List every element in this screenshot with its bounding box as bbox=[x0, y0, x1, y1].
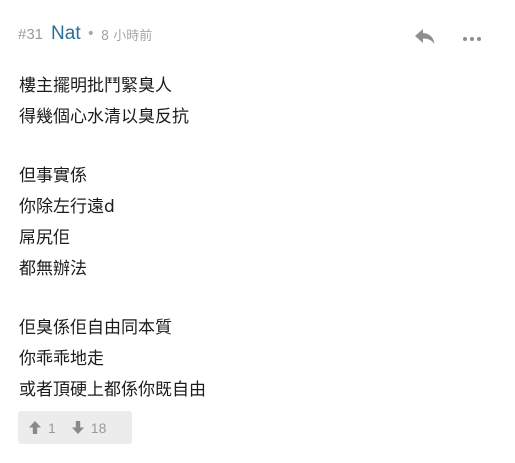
floor-number: #31 bbox=[18, 25, 44, 43]
reply-icon bbox=[412, 29, 438, 51]
text-line: 佢臭係佢自由同本質 bbox=[19, 318, 172, 338]
paragraph: 但事實係 你除左行遠d 屌尻佢 都無辦法 bbox=[19, 161, 489, 285]
text-line: 屌尻佢 bbox=[19, 228, 70, 248]
text-line: 但事實係 bbox=[19, 166, 87, 186]
text-line: 你乖乖地走 bbox=[19, 349, 104, 369]
text-line: 樓主擺明批鬥緊臭人 bbox=[19, 76, 172, 96]
text-line: 你除左行遠d bbox=[19, 197, 115, 217]
comment-header: #31 Nat • 8 小時前 bbox=[18, 22, 152, 46]
username-link[interactable]: Nat bbox=[51, 23, 81, 45]
reply-button[interactable] bbox=[412, 25, 438, 47]
post-timestamp: 8 小時前 bbox=[100, 28, 153, 44]
arrow-up-icon bbox=[28, 420, 42, 435]
more-options-icon bbox=[461, 30, 483, 49]
upvote-count: 1 bbox=[48, 419, 56, 436]
comment-post: #31 Nat • 8 小時前 樓主擺明批鬥緊臭人 得幾個心水清以臭反抗 但事實… bbox=[0, 0, 515, 463]
text-line: 都無辦法 bbox=[19, 259, 87, 279]
meta-separator: • bbox=[86, 26, 95, 42]
text-line: 得幾個心水清以臭反抗 bbox=[19, 107, 189, 127]
comment-body: 樓主擺明批鬥緊臭人 得幾個心水清以臭反抗 但事實係 你除左行遠d 屌尻佢 都無辦… bbox=[19, 71, 489, 406]
upvote-button[interactable]: 1 bbox=[28, 420, 56, 436]
vote-bar: 1 18 bbox=[18, 411, 132, 444]
downvote-button[interactable]: 18 bbox=[71, 419, 107, 436]
downvote-count: 18 bbox=[90, 419, 107, 436]
paragraph: 佢臭係佢自由同本質 你乖乖地走 或者頂硬上都係你既自由 bbox=[19, 313, 489, 406]
text-line: 或者頂硬上都係你既自由 bbox=[19, 380, 206, 400]
paragraph: 樓主擺明批鬥緊臭人 得幾個心水清以臭反抗 bbox=[19, 71, 489, 133]
more-options-button[interactable] bbox=[461, 30, 483, 42]
arrow-down-icon bbox=[71, 420, 85, 435]
